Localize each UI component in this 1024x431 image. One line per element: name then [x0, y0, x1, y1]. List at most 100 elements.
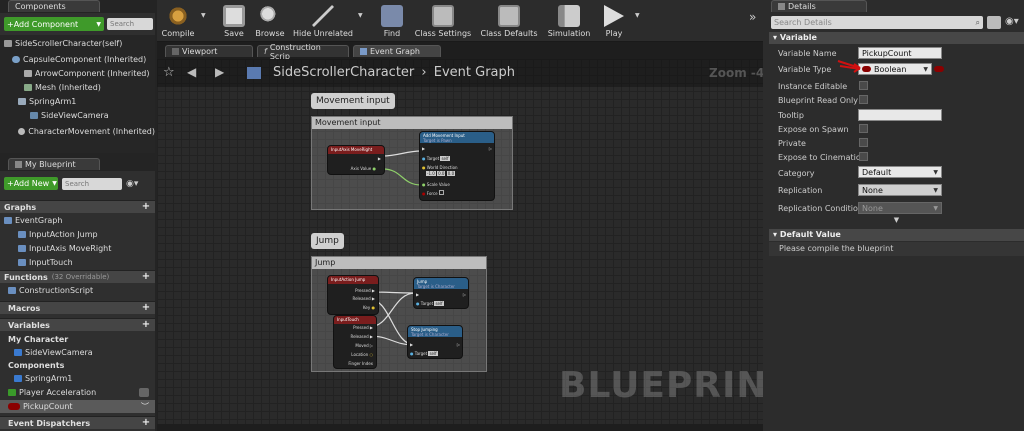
- component-item-springarm[interactable]: SpringArm1: [18, 95, 155, 108]
- functions-section[interactable]: Functions (32 Overridable) +: [0, 270, 155, 283]
- class-settings-button[interactable]: Class Settings: [413, 0, 473, 40]
- class-defaults-button[interactable]: Class Defaults: [479, 0, 539, 40]
- eye-icon[interactable]: ◉▾: [1005, 16, 1019, 27]
- property-matrix-icon[interactable]: [987, 16, 1001, 29]
- add-new-button[interactable]: +Add New ▼: [4, 177, 58, 190]
- add-graph-icon[interactable]: +: [141, 202, 151, 212]
- component-item-self[interactable]: SideScrollerCharacter(self): [4, 37, 155, 50]
- category-dropdown[interactable]: Default ▼: [858, 166, 942, 178]
- component-item-capsule[interactable]: CapsuleComponent (Inherited): [12, 53, 155, 66]
- variable-sideviewcamera[interactable]: SideViewCamera: [14, 346, 155, 359]
- instance-editable-checkbox[interactable]: [859, 81, 868, 90]
- eye-icon[interactable]: ◉▾: [126, 179, 150, 189]
- exec-in-pin[interactable]: ▶: [422, 146, 425, 151]
- exec-out-pin[interactable]: ▶: [378, 156, 381, 161]
- tooltip-input[interactable]: [858, 109, 942, 121]
- add-dispatcher-icon[interactable]: +: [141, 418, 151, 428]
- add-component-button[interactable]: +Add Component ▼: [4, 17, 104, 31]
- location-pin[interactable]: Location ○: [351, 352, 373, 357]
- variable-type-dropdown[interactable]: Boolean ▼: [858, 63, 932, 75]
- pressed-pin[interactable]: Pressed ▶: [355, 288, 375, 293]
- tab-event-graph[interactable]: Event Graph: [353, 45, 441, 57]
- expose-cinematics-checkbox[interactable]: [859, 152, 868, 161]
- released-pin[interactable]: Released ▶: [352, 296, 375, 301]
- compile-button[interactable]: Compile: [159, 0, 197, 40]
- exec-out-pin[interactable]: ▷: [489, 146, 492, 151]
- pressed-pin[interactable]: Pressed ▶: [353, 325, 373, 330]
- component-item-movement[interactable]: CharacterMovement (Inherited): [18, 125, 155, 138]
- dir-x[interactable]: -1.0: [426, 171, 436, 176]
- dir-z[interactable]: 0.0: [446, 171, 456, 176]
- my-blueprint-tab[interactable]: My Blueprint: [8, 158, 100, 170]
- default-value-section[interactable]: ▾ Default Value: [769, 229, 1024, 241]
- graph-item-touch[interactable]: InputTouch: [18, 256, 155, 269]
- simulation-button[interactable]: Simulation: [545, 0, 593, 40]
- toolbar-overflow-icon[interactable]: »: [749, 10, 756, 24]
- component-item-arrow[interactable]: ArrowComponent (Inherited): [24, 67, 155, 80]
- tab-viewport[interactable]: Viewport: [165, 45, 253, 57]
- construction-script-item[interactable]: ConstructionScript: [8, 284, 155, 297]
- my-character-category[interactable]: My Character: [8, 333, 155, 346]
- variable-springarm[interactable]: SpringArm1: [14, 372, 155, 385]
- replication-dropdown[interactable]: None ▼: [858, 184, 942, 196]
- exec-in-pin[interactable]: ▶: [416, 292, 419, 297]
- moved-pin[interactable]: Moved ▷: [355, 343, 373, 348]
- variable-player-acceleration[interactable]: Player Acceleration: [8, 386, 155, 399]
- component-item-camera[interactable]: SideViewCamera: [30, 109, 155, 122]
- components-tab[interactable]: Components: [8, 0, 100, 12]
- private-checkbox[interactable]: [859, 138, 868, 147]
- dir-y[interactable]: 0.0: [437, 171, 446, 176]
- node-add-movement-input[interactable]: Add Movement Input Target is Pawn ▶ ▷ ● T…: [419, 131, 495, 201]
- read-only-checkbox[interactable]: [859, 95, 868, 104]
- graphs-section[interactable]: Graphs +: [0, 200, 155, 213]
- expose-spawn-checkbox[interactable]: [859, 124, 868, 133]
- graph-item-jump[interactable]: InputAction Jump: [18, 228, 155, 241]
- node-stop-jumping[interactable]: Stop Jumping Target is Character ▶ ▷ ● Ta…: [407, 325, 463, 359]
- play-button[interactable]: Play: [597, 0, 631, 40]
- exec-out-pin[interactable]: ▷: [463, 292, 466, 297]
- key-pin[interactable]: Key ●: [363, 305, 375, 310]
- components-category[interactable]: Components: [8, 359, 155, 372]
- details-search-input[interactable]: Search Details ⌕: [771, 16, 983, 29]
- node-inputaxis-moveright[interactable]: InputAxis MoveRight ▶ Axis Value ●: [327, 145, 385, 175]
- variables-section[interactable]: Variables +: [0, 318, 155, 331]
- play-options-icon[interactable]: ▼: [635, 12, 640, 19]
- event-graph-item[interactable]: EventGraph: [4, 214, 155, 227]
- axis-value-pin[interactable]: Axis Value ●: [351, 166, 376, 171]
- macros-section[interactable]: Macros +: [0, 301, 155, 314]
- force-pin[interactable]: ● Force: [422, 190, 444, 196]
- graph-canvas[interactable]: ☆ ◀ ▶ SideScrollerCharacter › Event Grap…: [157, 59, 763, 431]
- container-type-icon[interactable]: [934, 66, 944, 72]
- chevron-down-icon[interactable]: ︶: [141, 401, 149, 412]
- replication-condition-dropdown[interactable]: None ▼: [858, 202, 942, 214]
- component-item-mesh[interactable]: Mesh (Inherited): [24, 81, 155, 94]
- world-direction-pin[interactable]: ● World Direction: [422, 165, 458, 170]
- add-macro-icon[interactable]: +: [141, 303, 151, 313]
- save-button[interactable]: Save: [219, 0, 249, 40]
- exec-in-pin[interactable]: ▶: [410, 342, 413, 347]
- add-function-icon[interactable]: +: [141, 272, 151, 282]
- blueprint-search-input[interactable]: Search: [62, 178, 122, 190]
- node-inputaction-jump[interactable]: InputAction Jump Pressed ▶ Released ▶ Ke…: [327, 275, 379, 315]
- browse-button[interactable]: Browse: [253, 0, 287, 40]
- advanced-expander-icon[interactable]: ▼: [769, 216, 1024, 226]
- details-tab[interactable]: Details: [771, 0, 867, 12]
- tab-construction-script[interactable]: f Construction Scrip: [257, 43, 349, 61]
- add-variable-icon[interactable]: +: [141, 320, 151, 330]
- target-pin[interactable]: ● Target self: [410, 351, 438, 356]
- event-dispatchers-section[interactable]: Event Dispatchers +: [0, 416, 155, 429]
- hide-unrelated-options-icon[interactable]: ▼: [358, 12, 363, 19]
- node-jump[interactable]: Jump Target is Character ▶ ▷ ● Target sel…: [413, 277, 469, 309]
- released-pin[interactable]: Released ▶: [350, 334, 373, 339]
- hide-unrelated-button[interactable]: Hide Unrelated: [293, 0, 353, 40]
- variable-name-input[interactable]: PickupCount: [858, 47, 942, 59]
- exec-out-pin[interactable]: ▷: [457, 342, 460, 347]
- scale-value-pin[interactable]: ● Scale Value: [422, 182, 450, 187]
- variable-toggle-icon[interactable]: [139, 388, 149, 397]
- component-search-input[interactable]: Search: [107, 18, 153, 30]
- direction-values[interactable]: -1.0 0.0 0.0: [426, 171, 456, 176]
- compile-options-icon[interactable]: ▼: [201, 12, 206, 19]
- graph-item-moveright[interactable]: InputAxis MoveRight: [18, 242, 155, 255]
- variable-pickupcount[interactable]: PickupCount ︶: [0, 400, 155, 413]
- target-pin[interactable]: ● Target self: [416, 301, 444, 306]
